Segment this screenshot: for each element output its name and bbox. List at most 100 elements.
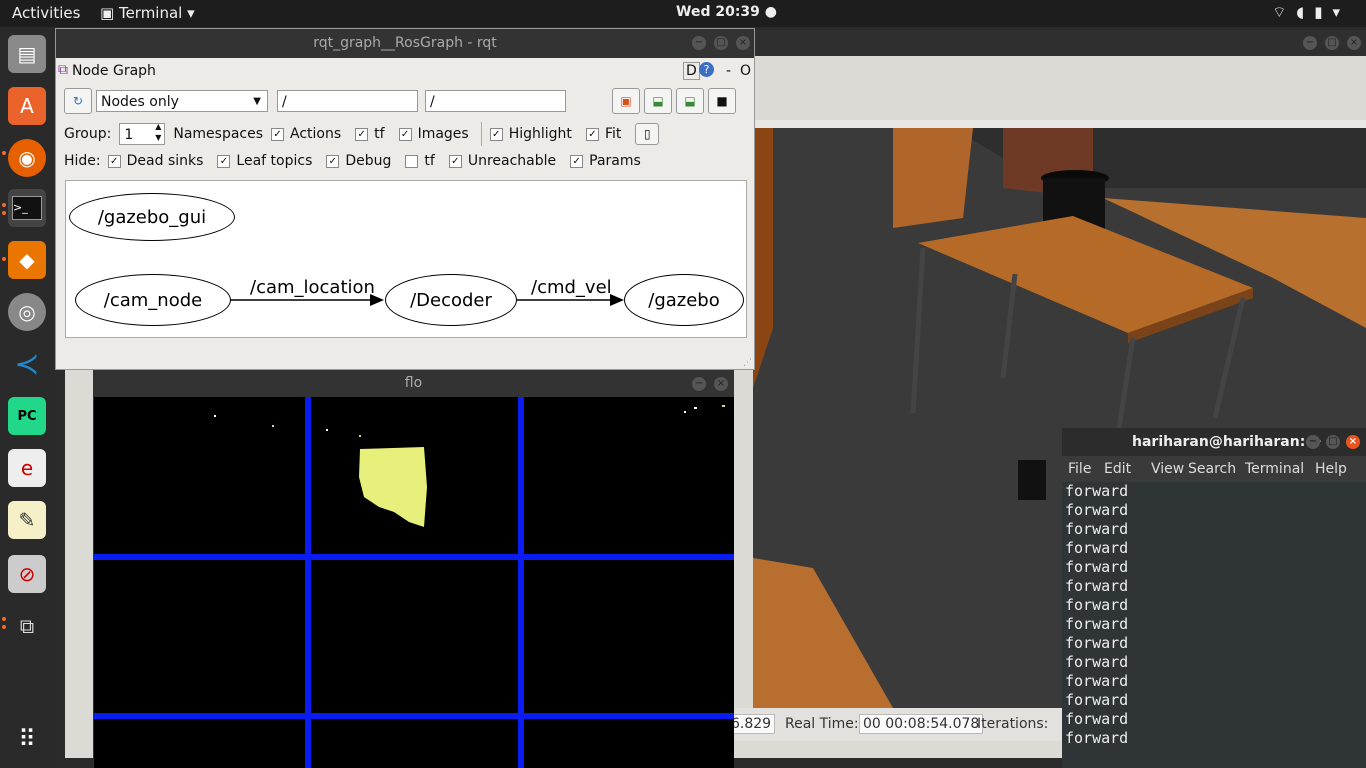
dock: ▤ A ◉ >_ ◆ ◎ ≺ PC e ✎ ⊘ ⧉ ⠿ — [0, 27, 55, 768]
output-line: forward — [1065, 596, 1129, 614]
files-icon[interactable]: ▤ — [8, 35, 46, 73]
node-cam-node[interactable]: /cam_node — [75, 274, 231, 326]
close-button[interactable]: × — [714, 377, 728, 391]
pycharm-icon[interactable]: PC — [8, 397, 46, 435]
resize-grip-icon[interactable]: ⋰ — [743, 358, 752, 368]
save-image-icon[interactable]: ■ — [708, 88, 736, 114]
minimize-plugin-button[interactable]: - — [726, 63, 731, 79]
minimize-button[interactable]: − — [1303, 36, 1317, 50]
menu-edit[interactable]: Edit — [1104, 461, 1131, 477]
maximize-button[interactable]: □ — [714, 36, 728, 50]
minimize-button[interactable]: − — [1306, 435, 1320, 449]
edge-cmd-vel-label[interactable]: /cmd_vel — [531, 277, 612, 298]
output-line: forward — [1065, 672, 1129, 690]
terminal-icon[interactable]: >_ — [8, 189, 46, 227]
menu-terminal[interactable]: Terminal — [1245, 461, 1304, 477]
images-checkbox[interactable]: ✓ — [398, 127, 412, 141]
ros-graph-canvas[interactable]: /gazebo_gui /cam_node /Decoder /gazebo /… — [65, 180, 747, 338]
software-icon[interactable]: A — [8, 87, 46, 125]
dock-toggle-button[interactable]: D — [683, 62, 700, 80]
node-gazebo-gui[interactable]: /gazebo_gui — [69, 193, 235, 241]
blender-icon[interactable]: ◆ — [8, 241, 46, 279]
sublime-icon[interactable]: e — [8, 449, 46, 487]
running-indicator — [2, 257, 6, 261]
actions-checkbox[interactable]: ✓ — [271, 127, 285, 141]
output-line: forward — [1065, 710, 1129, 728]
clock[interactable]: Wed 20:39 ● — [676, 4, 777, 20]
save-dot-icon[interactable]: ⬓ — [644, 88, 672, 114]
vscode-icon[interactable]: ≺ — [8, 345, 46, 383]
output-line: forward — [1065, 501, 1129, 519]
menu-view[interactable]: View — [1151, 461, 1184, 477]
leaf-topics-label[interactable]: Leaf topics — [236, 153, 312, 169]
params-label[interactable]: Params — [589, 153, 641, 169]
fit-label[interactable]: Fit — [605, 126, 621, 142]
actions-label[interactable]: Actions — [290, 126, 341, 142]
tf-label[interactable]: tf — [374, 126, 384, 142]
namespaces-label[interactable]: Namespaces — [173, 126, 263, 142]
dead-sinks-label[interactable]: Dead sinks — [127, 153, 204, 169]
dead-sinks-checkbox[interactable]: ✓ — [107, 154, 121, 168]
load-dot-icon[interactable]: ▣ — [612, 88, 640, 114]
close-button[interactable]: × — [1346, 435, 1360, 449]
real-time-value: 00 00:08:54.078 — [859, 714, 984, 734]
node-gazebo-gui-label: /gazebo_gui — [97, 206, 207, 228]
edge-cam-location-label[interactable]: /cam_location — [250, 277, 375, 298]
chevron-down-icon: ▾ — [1332, 3, 1350, 21]
node-graph-icon: ⧉ — [58, 62, 68, 78]
network-icon[interactable]: ⧉ — [8, 607, 46, 645]
save-svg-icon[interactable]: ⬓ — [676, 88, 704, 114]
fit-in-view-icon[interactable]: ▯ — [635, 123, 660, 145]
refresh-icon[interactable]: ↻ — [64, 88, 92, 114]
sim-time-value: 6.829 — [727, 714, 776, 734]
mode-select-value: Nodes only — [101, 94, 179, 110]
system-tray[interactable]: ⌔◖▮▾ — [1272, 3, 1350, 22]
terminal-output[interactable]: forward forward forward forward forward … — [1062, 482, 1366, 768]
unreachable-checkbox[interactable]: ✓ — [448, 154, 462, 168]
close-button[interactable]: × — [736, 36, 750, 50]
highlight-label[interactable]: Highlight — [509, 126, 572, 142]
activities-button[interactable]: Activities — [12, 4, 80, 22]
group-spinbox[interactable]: 1 ▲ ▼ — [119, 122, 166, 145]
minimize-button[interactable]: − — [692, 36, 706, 50]
firefox-icon[interactable]: ◉ — [8, 139, 46, 177]
minimize-button[interactable]: − — [692, 377, 706, 391]
real-time-label: Real Time: — [785, 716, 859, 732]
node-filter-input[interactable]: / — [277, 90, 418, 112]
app-menu[interactable]: ▣ Terminal ▾ — [100, 4, 195, 22]
highlight-checkbox[interactable]: ✓ — [489, 127, 503, 141]
help-icon[interactable]: ? — [699, 62, 714, 77]
running-indicator — [2, 151, 6, 155]
record-icon[interactable]: ⊘ — [8, 555, 46, 593]
node-gazebo[interactable]: /gazebo — [624, 274, 744, 326]
images-label[interactable]: Images — [418, 126, 469, 142]
apps-grid-icon[interactable]: ⠿ — [8, 720, 46, 758]
output-line: forward — [1065, 729, 1129, 747]
rqt-window: rqt_graph__RosGraph - rqt − □ × ⧉ Node G… — [55, 28, 755, 370]
debug-checkbox[interactable]: ✓ — [326, 154, 340, 168]
mode-select[interactable]: Nodes only ▼ — [96, 90, 268, 112]
tf-checkbox[interactable]: ✓ — [355, 127, 369, 141]
leaf-topics-checkbox[interactable]: ✓ — [217, 154, 231, 168]
menu-help[interactable]: Help — [1315, 461, 1347, 477]
maximize-button[interactable]: □ — [1325, 36, 1339, 50]
close-button[interactable]: × — [1347, 36, 1361, 50]
editor-icon[interactable]: ✎ — [8, 501, 46, 539]
fit-checkbox[interactable]: ✓ — [585, 127, 599, 141]
hide-tf-label[interactable]: tf — [424, 153, 434, 169]
hide-tf-checkbox[interactable] — [405, 154, 419, 168]
app-menu-label: Terminal — [118, 4, 183, 22]
maximize-button[interactable]: □ — [1326, 435, 1340, 449]
node-decoder[interactable]: /Decoder — [385, 274, 517, 326]
divider — [480, 122, 482, 146]
close-plugin-button[interactable]: O — [740, 63, 751, 79]
debug-label[interactable]: Debug — [345, 153, 391, 169]
params-checkbox[interactable]: ✓ — [570, 154, 584, 168]
unreachable-label[interactable]: Unreachable — [468, 153, 556, 169]
menu-search[interactable]: Search — [1188, 461, 1236, 477]
topic-filter-input[interactable]: / — [425, 90, 566, 112]
menu-file[interactable]: File — [1068, 461, 1091, 477]
flo-window: flo − × — [93, 370, 734, 768]
output-line: forward — [1065, 482, 1129, 500]
gimp-icon[interactable]: ◎ — [8, 293, 46, 331]
